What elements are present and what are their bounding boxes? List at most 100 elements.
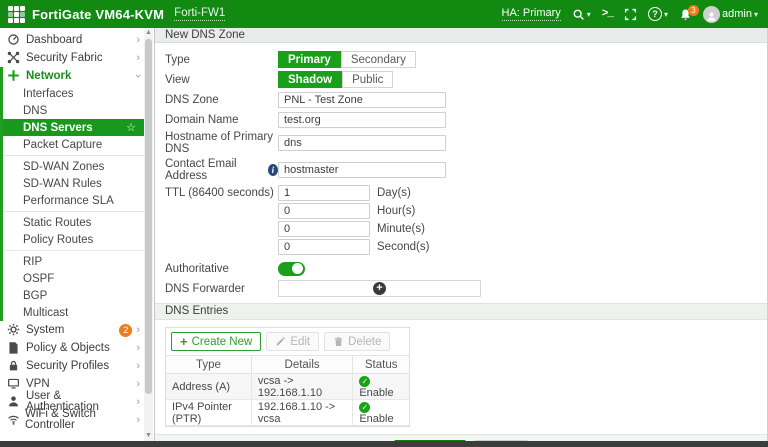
sidebar-item-sd-wan-rules[interactable]: SD-WAN Rules	[3, 175, 144, 192]
hostname-link[interactable]: Forti-FW1	[174, 7, 225, 21]
sidebar: Dashboard›Security Fabric›Network›Interf…	[0, 28, 155, 441]
policy-icon	[7, 341, 21, 355]
chevron-right-icon: ›	[136, 378, 140, 390]
dashboard-icon	[7, 33, 21, 47]
sidebar-item-security-fabric[interactable]: Security Fabric›	[0, 49, 144, 67]
chevron-right-icon: ›	[136, 396, 140, 408]
lock-icon	[7, 359, 21, 373]
hostname-of-primary-dns-input[interactable]	[278, 135, 446, 151]
fortinet-logo	[8, 6, 25, 23]
avatar	[703, 6, 720, 23]
view-segmented-control: ShadowPublic	[278, 71, 393, 88]
add-forwarder-icon[interactable]: +	[373, 282, 386, 295]
dns-zone-input[interactable]	[278, 92, 446, 108]
ttl-hour-s-input[interactable]	[278, 203, 370, 219]
user-menu[interactable]: admin▾	[703, 6, 758, 23]
pencil-icon	[275, 336, 286, 347]
dns-forwarder-row: DNS Forwarder +	[165, 280, 757, 297]
ttl-second-s-row: Second(s)	[278, 239, 429, 255]
sidebar-item-performance-sla[interactable]: Performance SLA	[3, 192, 144, 209]
ttl-unit-label: Second(s)	[377, 241, 429, 253]
scroll-down-icon[interactable]: ▼	[144, 431, 153, 441]
sidebar-scrollbar[interactable]: ▲ ▼	[144, 28, 153, 441]
type-option-secondary[interactable]: Secondary	[341, 51, 416, 68]
sidebar-item-ospf[interactable]: OSPF	[3, 270, 144, 287]
ttl-unit-label: Day(s)	[377, 187, 411, 199]
bell-icon[interactable]: 3	[679, 8, 692, 21]
column-header-details[interactable]: Details	[251, 356, 353, 374]
sidebar-item-network[interactable]: Network›	[3, 67, 144, 85]
sidebar-item-dns-servers[interactable]: DNS Servers☆	[3, 119, 144, 136]
sidebar-item-rip[interactable]: RIP	[3, 253, 144, 270]
view-option-public[interactable]: Public	[342, 71, 393, 88]
sidebar-item-policy-objects[interactable]: Policy & Objects›	[0, 339, 144, 357]
dns-forwarder-input[interactable]: +	[278, 280, 481, 297]
table-row[interactable]: IPv4 Pointer (PTR)192.168.1.10 -> vcsa✓E…	[166, 400, 409, 426]
sidebar-item-system[interactable]: System2›	[0, 321, 144, 339]
contact-email-address-input[interactable]	[278, 162, 446, 178]
cli-console-icon[interactable]: >_	[602, 8, 613, 20]
sidebar-item-dashboard[interactable]: Dashboard›	[0, 31, 144, 49]
scrollbar-thumb[interactable]	[145, 39, 152, 394]
dns-zone-form: Type PrimarySecondary View ShadowPublic …	[155, 43, 767, 303]
scroll-up-icon[interactable]: ▲	[144, 28, 153, 38]
fullscreen-icon[interactable]	[624, 8, 637, 21]
sidebar-divider	[3, 211, 144, 212]
favorite-star-icon[interactable]: ☆	[126, 121, 136, 134]
user-icon	[7, 395, 21, 409]
create-new-button[interactable]: +Create New	[171, 332, 261, 351]
authoritative-toggle[interactable]	[278, 262, 305, 276]
sidebar-item-interfaces[interactable]: Interfaces	[3, 85, 144, 102]
ttl-hour-s-row: Hour(s)	[278, 203, 429, 219]
top-header: FortiGate VM64-KVM Forti-FW1 HA: Primary…	[0, 0, 768, 28]
sidebar-item-policy-routes[interactable]: Policy Routes	[3, 231, 144, 248]
sidebar-item-dns[interactable]: DNS	[3, 102, 144, 119]
plus-icon: +	[180, 334, 188, 349]
ttl-unit-label: Minute(s)	[377, 223, 425, 235]
search-icon[interactable]: ▾	[572, 8, 591, 21]
ttl-minute-s-row: Minute(s)	[278, 221, 429, 237]
type-option-primary[interactable]: Primary	[278, 51, 341, 68]
chevron-right-icon: ›	[136, 414, 140, 426]
delete-button[interactable]: Delete	[324, 332, 390, 351]
security-fabric-icon	[7, 51, 21, 65]
dns-entries-table: TypeDetailsStatus Address (A)vcsa -> 192…	[166, 355, 409, 426]
sidebar-item-packet-capture[interactable]: Packet Capture	[3, 136, 144, 153]
type-segmented-control: PrimarySecondary	[278, 51, 416, 68]
sidebar-item-multicast[interactable]: Multicast	[3, 304, 144, 321]
chevron-right-icon: ›	[136, 360, 140, 372]
ha-status[interactable]: HA: Primary	[502, 7, 561, 21]
entry-details: vcsa -> 192.168.1.10	[251, 374, 353, 400]
sidebar-item-wifi-switch-controller[interactable]: WiFi & Switch Controller›	[0, 411, 144, 429]
view-row: View ShadowPublic	[165, 71, 757, 88]
entry-type: IPv4 Pointer (PTR)	[166, 400, 251, 426]
edit-button[interactable]: Edit	[266, 332, 319, 351]
help-icon[interactable]: ?▾	[648, 7, 668, 21]
view-label: View	[165, 74, 278, 86]
entry-type: Address (A)	[166, 374, 251, 400]
vpn-icon	[7, 377, 21, 391]
sidebar-item-sd-wan-zones[interactable]: SD-WAN Zones	[3, 158, 144, 175]
dns-entries-toolbar: +Create New Edit Delete	[166, 328, 409, 355]
ttl-day-s-input[interactable]	[278, 185, 370, 201]
column-header-type[interactable]: Type	[166, 356, 251, 374]
sidebar-item-security-profiles[interactable]: Security Profiles›	[0, 357, 144, 375]
main-content: New DNS Zone Type PrimarySecondary View …	[155, 28, 768, 441]
table-row[interactable]: Address (A)vcsa -> 192.168.1.10✓Enable	[166, 374, 409, 400]
dns-forwarder-label: DNS Forwarder	[165, 283, 278, 295]
type-label: Type	[165, 54, 278, 66]
dns-entries-section: +Create New Edit Delete TypeDetailsStatu…	[155, 320, 767, 434]
product-title: FortiGate VM64-KVM	[32, 7, 164, 22]
dns-entries-header: DNS Entries	[155, 303, 767, 320]
sidebar-item-bgp[interactable]: BGP	[3, 287, 144, 304]
ttl-second-s-input[interactable]	[278, 239, 370, 255]
username: admin	[722, 8, 752, 20]
view-option-shadow[interactable]: Shadow	[278, 71, 342, 88]
info-icon[interactable]: i	[268, 164, 278, 176]
domain-name-row: Domain Name	[165, 111, 757, 128]
ttl-minute-s-input[interactable]	[278, 221, 370, 237]
domain-name-input[interactable]	[278, 112, 446, 128]
column-header-status[interactable]: Status	[353, 356, 409, 374]
entry-status: ✓Enable	[353, 400, 409, 426]
sidebar-item-static-routes[interactable]: Static Routes	[3, 214, 144, 231]
